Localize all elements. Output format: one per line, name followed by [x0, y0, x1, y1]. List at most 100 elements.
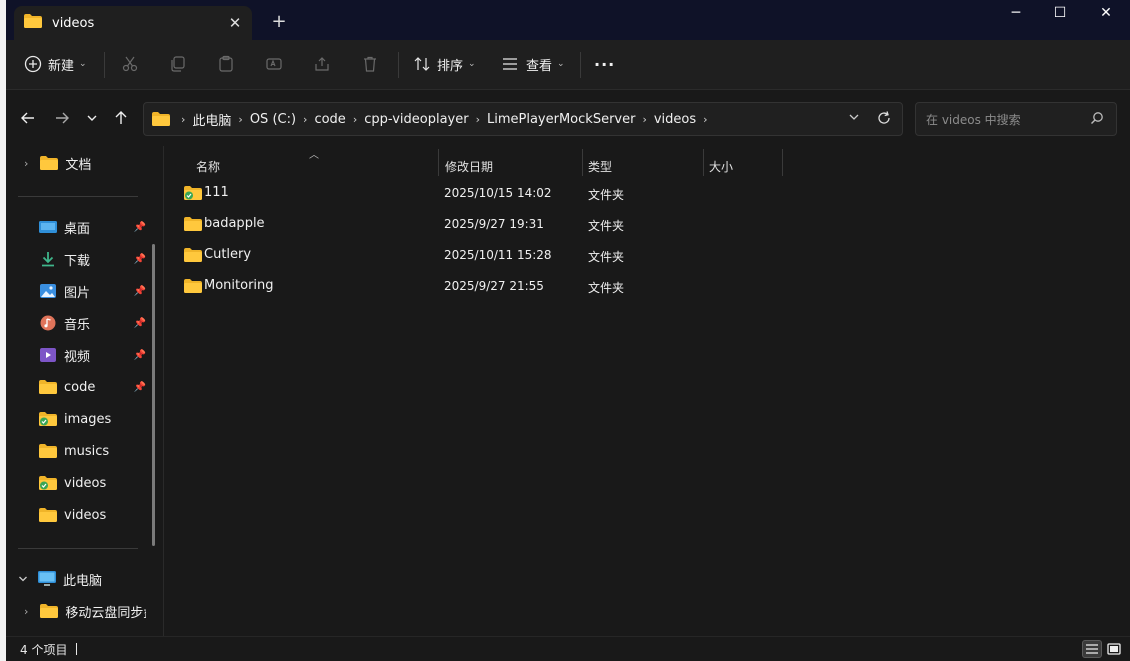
maximize-button[interactable]: ☐ [1037, 0, 1083, 26]
download-icon [39, 251, 57, 267]
column-header-size[interactable]: 大小 [709, 151, 733, 181]
breadcrumb-separator-icon: › [238, 112, 243, 126]
sidebar-item-musics[interactable]: musics [6, 436, 146, 466]
breadcrumb-code[interactable]: code [314, 112, 345, 127]
refresh-icon[interactable] [876, 110, 892, 130]
sidebar-item-cloud-sync[interactable]: › 移动云盘同步盘 [6, 596, 146, 626]
file-list-view: ︿ 名称 修改日期 类型 大小 111 2025/10/15 14:02 文件夹… [164, 146, 1130, 636]
pin-icon[interactable]: 📌 [134, 222, 146, 233]
tiles-view-icon[interactable] [1104, 640, 1124, 658]
cut-icon[interactable] [120, 54, 140, 74]
column-header-name[interactable]: 名称 [196, 151, 220, 181]
sidebar-item-downloads[interactable]: 下载 📌 [6, 244, 146, 274]
sidebar-item-pictures[interactable]: 图片 📌 [6, 276, 146, 306]
back-arrow-icon[interactable] [16, 106, 40, 130]
rename-icon[interactable] [264, 54, 284, 74]
breadcrumb-cpp-videoplayer[interactable]: cpp-videoplayer [364, 112, 468, 127]
breadcrumb-os-c[interactable]: OS (C:) [250, 112, 296, 127]
details-view-icon[interactable] [1082, 640, 1102, 658]
recent-locations-chevron-icon[interactable] [80, 106, 104, 130]
status-bar: 4 个项目 [6, 636, 1130, 661]
breadcrumb-separator-icon: › [352, 112, 358, 126]
breadcrumb-separator-icon[interactable]: › [703, 113, 707, 126]
breadcrumb-this-pc[interactable]: 此电脑 [192, 110, 231, 129]
sidebar-item-videos[interactable]: 视频 📌 [6, 340, 146, 370]
toolbar-divider [398, 52, 399, 78]
sidebar-item-label: videos [64, 507, 107, 523]
table-row[interactable]: 111 2025/10/15 14:02 文件夹 [174, 179, 774, 209]
sidebar-item-videos-local[interactable]: videos [6, 500, 146, 530]
column-resize-handle[interactable] [582, 149, 583, 176]
column-header-type[interactable]: 类型 [588, 151, 612, 181]
breadcrumb-videos[interactable]: videos [654, 112, 696, 127]
sidebar-item-this-pc[interactable]: 此电脑 [6, 564, 146, 594]
column-header-date[interactable]: 修改日期 [445, 151, 493, 181]
new-tab-button[interactable]: + [268, 10, 290, 32]
search-placeholder: 在 videos 中搜索 [926, 112, 1021, 127]
file-date: 2025/9/27 19:31 [444, 217, 544, 231]
table-row[interactable]: Cutlery 2025/10/11 15:28 文件夹 [174, 241, 774, 271]
column-resize-handle[interactable] [782, 149, 783, 176]
tab-title: videos [52, 15, 95, 31]
sidebar-item-videos-synced[interactable]: videos [6, 468, 146, 498]
title-bar: videos ✕ + ─ ☐ ✕ [6, 0, 1130, 40]
search-icon[interactable] [1090, 111, 1104, 128]
address-dropdown-chevron-icon[interactable] [848, 111, 860, 126]
pictures-icon [39, 283, 57, 299]
more-options-button[interactable]: ··· [594, 50, 615, 78]
chevron-down-icon: ⌄ [468, 59, 476, 69]
file-date: 2025/10/15 14:02 [444, 186, 552, 200]
breadcrumb-separator-icon: › [642, 112, 647, 126]
sidebar-item-desktop[interactable]: 桌面 📌 [6, 212, 146, 242]
sidebar-item-images[interactable]: images [6, 404, 146, 434]
sidebar-scrollbar[interactable] [152, 244, 155, 546]
navigation-pane: › 文档 桌面 📌 下载 📌 图片 📌 音乐 📌 视频 📌 code 📌 ima… [6, 146, 156, 636]
minimize-button[interactable]: ─ [993, 0, 1039, 26]
pin-icon[interactable]: 📌 [134, 350, 146, 361]
computer-icon [38, 571, 56, 587]
table-row[interactable]: Monitoring 2025/9/27 21:55 文件夹 [174, 272, 774, 302]
pin-icon[interactable]: 📌 [134, 286, 146, 297]
column-resize-handle[interactable] [438, 149, 439, 176]
file-explorer-window: videos ✕ + ─ ☐ ✕ 新建 ⌄ 排序 ⌄ 查看 ⌄ ··· › 此电… [6, 0, 1130, 661]
sidebar-item-code[interactable]: code 📌 [6, 372, 146, 402]
sidebar-item-documents[interactable]: › 文档 [6, 148, 146, 178]
view-button[interactable]: 查看 ⌄ [502, 50, 565, 78]
sort-button[interactable]: 排序 ⌄ [414, 50, 476, 78]
delete-icon[interactable] [360, 54, 380, 74]
folder-icon [184, 217, 202, 235]
file-date: 2025/9/27 21:55 [444, 279, 544, 293]
file-name: Cutlery [204, 247, 252, 262]
file-type: 文件夹 [588, 219, 625, 233]
forward-arrow-icon[interactable] [50, 106, 74, 130]
tab-videos[interactable]: videos ✕ [14, 6, 252, 40]
breadcrumb-separator-icon: › [181, 112, 186, 126]
share-icon[interactable] [312, 54, 332, 74]
sidebar-item-label: 音乐 [64, 317, 91, 333]
chevron-down-icon: ⌄ [79, 59, 87, 69]
pin-icon[interactable]: 📌 [134, 254, 146, 265]
pin-icon[interactable]: 📌 [134, 318, 146, 329]
collapse-chevron-icon[interactable] [18, 574, 28, 584]
sidebar-item-label: 下载 [64, 253, 91, 269]
column-resize-handle[interactable] [703, 149, 704, 176]
sidebar-item-music[interactable]: 音乐 📌 [6, 308, 146, 338]
up-arrow-icon[interactable] [109, 106, 133, 130]
copy-icon[interactable] [168, 54, 188, 74]
paste-icon[interactable] [216, 54, 236, 74]
expand-chevron-icon[interactable]: › [24, 605, 28, 618]
search-input[interactable]: 在 videos 中搜索 [915, 102, 1117, 136]
address-bar[interactable]: › 此电脑 › OS (C:) › code › cpp-videoplayer… [143, 102, 903, 136]
pin-icon[interactable]: 📌 [134, 382, 146, 393]
desktop-icon [39, 219, 57, 235]
new-button[interactable]: 新建 ⌄ [24, 50, 87, 78]
breadcrumb-limeplayermockserver[interactable]: LimePlayerMockServer [487, 112, 635, 127]
expand-chevron-icon[interactable]: › [24, 157, 28, 170]
sidebar-item-label: 桌面 [64, 221, 91, 237]
sidebar-item-label: 文档 [65, 157, 92, 173]
sidebar-item-label: code [64, 379, 96, 395]
close-window-button[interactable]: ✕ [1083, 0, 1129, 26]
navigation-row: › 此电脑 › OS (C:) › code › cpp-videoplayer… [6, 90, 1130, 146]
table-row[interactable]: badapple 2025/9/27 19:31 文件夹 [174, 210, 774, 240]
tab-close-icon[interactable]: ✕ [224, 12, 246, 34]
